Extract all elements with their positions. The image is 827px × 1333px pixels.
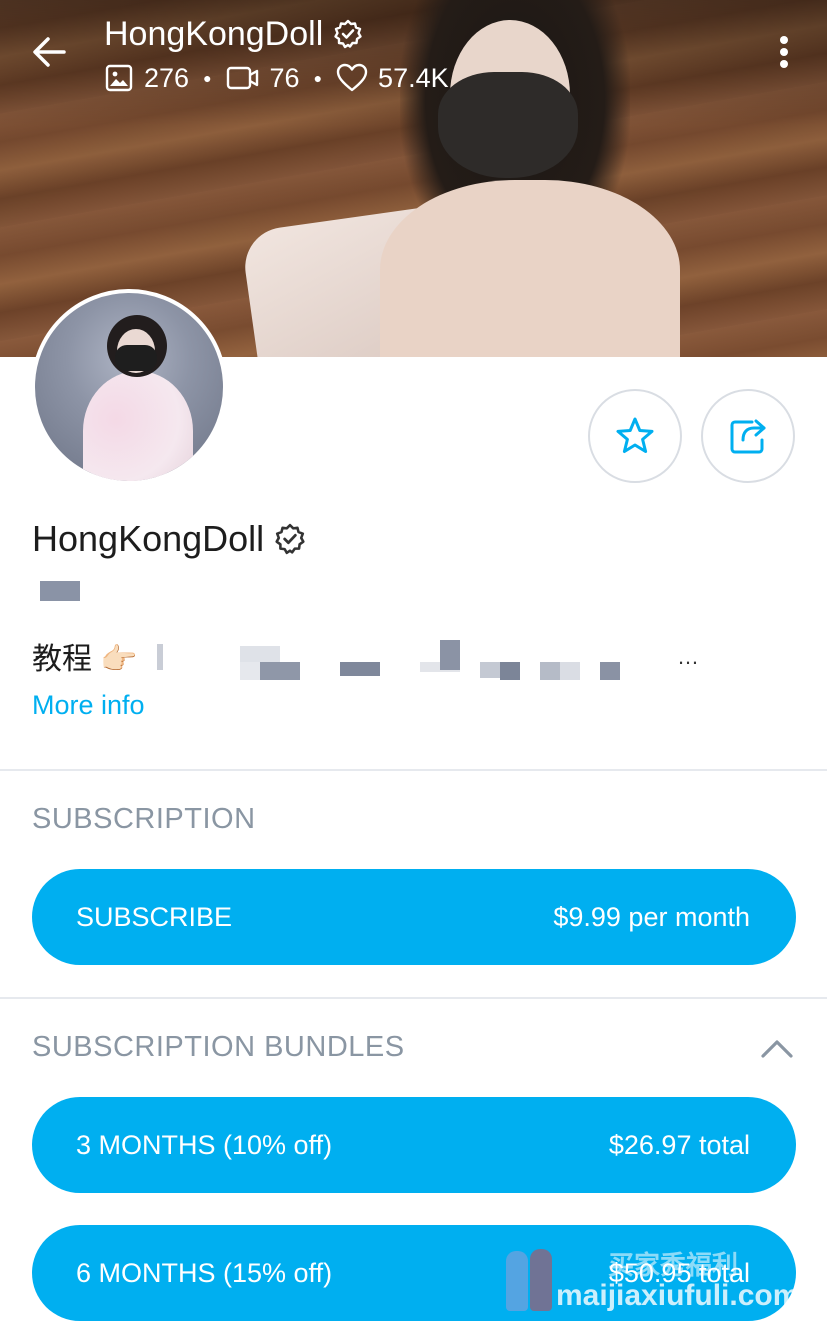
profile-name-text: HongKongDoll [32,518,265,559]
bio-text: 教程 👉🏻 [32,643,138,676]
watermark-chinese-text: 买家秀福利 [608,1250,739,1280]
profile-name: HongKongDoll [32,518,306,560]
videos-stat: 76 [226,63,300,94]
subscription-section-label: SUBSCRIPTION [32,803,256,835]
avatar[interactable] [31,289,227,485]
likes-stat: 57.4K [336,63,449,94]
heart-icon [336,63,368,92]
share-icon [730,419,766,454]
share-button[interactable] [701,389,795,483]
subscribe-button-label: SUBSCRIBE [76,901,233,932]
stats-separator: ● [313,70,323,86]
bundles-section-label: SUBSCRIPTION BUNDLES [32,1031,405,1063]
stats-separator: ● [203,70,212,86]
back-arrow-icon [33,37,66,67]
watermark: 买家秀福利 maijiaxiufuli.com [500,1245,800,1325]
header-stats: 276 ● 76 ● 57.4K [104,58,449,98]
bio-ellipsis: … [677,644,699,669]
videos-count: 76 [269,62,300,93]
watermark-figure [530,1249,552,1311]
bundle-3-months-button[interactable]: 3 MONTHS (10% off) $26.97 total [32,1097,796,1193]
avatar-photo-mask [115,345,157,371]
verified-badge-icon [334,19,362,49]
bundle-label: 3 MONTHS (10% off) [76,1129,333,1160]
more-vertical-icon [780,36,788,68]
avatar-photo-dress [83,371,193,481]
subscribe-price: $9.99 per month [553,901,750,932]
bundle-price: $26.97 total [608,1129,750,1160]
collapse-bundles-button[interactable] [760,1032,794,1066]
profile-bio: 教程 👉🏻 [32,636,138,676]
header-title-text: HongKongDoll [104,14,324,53]
pixelated-bio-text: … [155,640,715,684]
cover-photo-mask [438,72,578,178]
star-icon [616,417,654,453]
photos-count: 276 [144,62,190,93]
image-icon [105,64,133,92]
video-icon [226,66,258,90]
back-button[interactable] [28,30,72,74]
header-title: HongKongDoll [104,12,363,56]
section-divider [0,997,827,999]
chevron-up-icon [761,1040,793,1058]
more-options-button[interactable] [770,30,798,74]
watermark-url-text: maijiaxiufuli.com [556,1279,800,1312]
more-info-link[interactable]: More info [32,690,145,721]
cover-photo-body [380,180,680,357]
verified-badge-icon [275,523,305,555]
subscribe-button[interactable]: SUBSCRIBE $9.99 per month [32,869,796,965]
add-to-favorites-button[interactable] [588,389,682,483]
bundle-label: 6 MONTHS (15% off) [76,1257,333,1288]
pixelated-username [40,581,80,601]
photos-stat: 276 [104,63,189,94]
watermark-figure [506,1251,528,1311]
section-divider [0,769,827,771]
likes-count: 57.4K [378,62,449,93]
